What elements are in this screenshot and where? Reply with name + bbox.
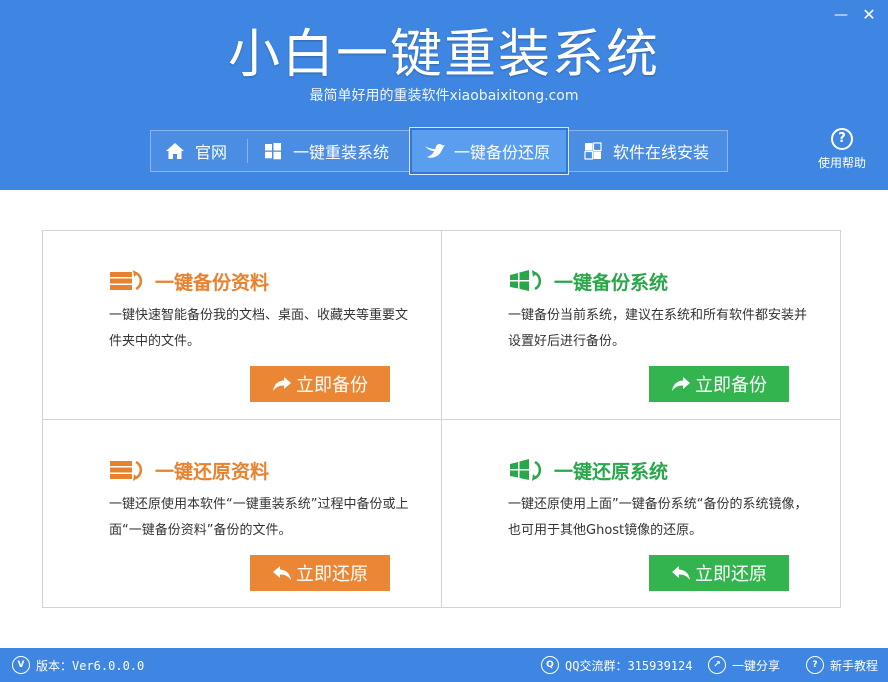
undo-arrow-icon	[671, 564, 691, 582]
card-title: 一键备份系统	[508, 269, 669, 294]
tab-backup-restore[interactable]: 一键备份还原	[409, 127, 569, 175]
share-icon: ↗	[708, 656, 726, 674]
tab-label: 一键备份还原	[454, 143, 551, 162]
tab-label: 软件在线安装	[613, 143, 710, 162]
tab-reinstall-system[interactable]: 一键重装系统	[263, 131, 389, 171]
tab-label: 官网	[195, 143, 228, 162]
button-label: 立即还原	[695, 564, 767, 585]
tutorial-button[interactable]: ? 新手教程	[806, 648, 878, 682]
app-subtitle: 最简单好用的重装软件xiaobaixitong.com	[309, 88, 579, 104]
tab-online-install[interactable]: 软件在线安装	[583, 131, 709, 171]
restore-system-button[interactable]: 立即还原	[649, 555, 789, 591]
bird-icon	[424, 141, 445, 161]
tab-label: 一键重装系统	[293, 143, 390, 162]
card-title-text: 一键备份系统	[554, 271, 669, 294]
card-title-text: 一键还原系统	[554, 460, 669, 483]
card-title: 一键还原资料	[109, 458, 270, 483]
button-label: 立即还原	[296, 564, 368, 585]
drive-icon	[109, 458, 151, 482]
version-icon: V	[12, 656, 30, 674]
tutorial-text: 新手教程	[830, 658, 879, 673]
card-title: 一键还原系统	[508, 458, 669, 483]
qq-icon: Q	[541, 656, 559, 674]
header: — ✕ 小白一键重装系统 最简单好用的重装软件xiaobaixitong.com…	[0, 0, 888, 190]
card-restore-system: 一键还原系统 一键还原使用上面”一键备份系统“备份的系统镜像，也可用于其他Gho…	[442, 420, 840, 608]
status-bar: V 版本：Ver6.0.0.0 Q QQ交流群：315939124 ↗ 一键分享…	[0, 648, 888, 682]
card-title: 一键备份资料	[109, 269, 270, 294]
home-icon	[165, 141, 185, 161]
card-restore-data: 一键还原资料 一键还原使用本软件“一键重装系统”过程中备份或上面“一键备份资料”…	[43, 420, 441, 608]
app-title: 小白一键重装系统	[227, 25, 660, 85]
version-info: V 版本：Ver6.0.0.0	[12, 648, 144, 682]
share-button[interactable]: ↗ 一键分享	[708, 648, 780, 682]
share-arrow-icon	[272, 375, 292, 393]
qq-text: QQ交流群：315939124	[565, 658, 693, 673]
card-title-text: 一键备份资料	[155, 271, 270, 294]
card-description: 一键还原使用上面”一键备份系统“备份的系统镜像，也可用于其他Ghost镜像的还原…	[508, 497, 808, 538]
share-arrow-icon	[671, 375, 691, 393]
card-description: 一键快速智能备份我的文档、桌面、收藏夹等重要文件夹中的文件。	[109, 308, 409, 349]
tab-official-site[interactable]: 官网	[165, 131, 227, 171]
help-label: 使用帮助	[817, 156, 866, 170]
windows-flag-icon	[508, 269, 550, 293]
help-icon: ?	[831, 128, 853, 150]
feature-grid: 一键备份资料 一键快速智能备份我的文档、桌面、收藏夹等重要文件夹中的文件。 立即…	[42, 230, 841, 608]
share-text: 一键分享	[732, 658, 781, 673]
main-nav: 官网 一键重装系统 一键备份还原 软件在线安装	[150, 127, 728, 175]
qq-group-link[interactable]: Q QQ交流群：315939124	[541, 648, 692, 682]
nav-divider	[247, 139, 248, 163]
card-title-text: 一键还原资料	[155, 460, 270, 483]
tutorial-icon: ?	[806, 656, 824, 674]
card-backup-system: 一键备份系统 一键备份当前系统，建议在系统和所有软件都安装并设置好后进行备份。 …	[442, 231, 840, 419]
windows-flag-icon	[508, 458, 550, 482]
backup-data-button[interactable]: 立即备份	[250, 366, 390, 402]
card-description: 一键还原使用本软件“一键重装系统”过程中备份或上面“一键备份资料”备份的文件。	[109, 497, 409, 538]
button-label: 立即备份	[695, 375, 767, 396]
button-label: 立即备份	[296, 375, 368, 396]
help-button[interactable]: ? 使用帮助	[812, 128, 872, 171]
backup-system-button[interactable]: 立即备份	[649, 366, 789, 402]
apps-icon	[583, 141, 603, 161]
card-backup-data: 一键备份资料 一键快速智能备份我的文档、桌面、收藏夹等重要文件夹中的文件。 立即…	[43, 231, 441, 419]
restore-data-button[interactable]: 立即还原	[250, 555, 390, 591]
windows-icon	[263, 141, 283, 161]
card-description: 一键备份当前系统，建议在系统和所有软件都安装并设置好后进行备份。	[508, 308, 808, 349]
version-text: 版本：Ver6.0.0.0	[36, 658, 145, 673]
undo-arrow-icon	[272, 564, 292, 582]
drive-icon	[109, 269, 151, 293]
